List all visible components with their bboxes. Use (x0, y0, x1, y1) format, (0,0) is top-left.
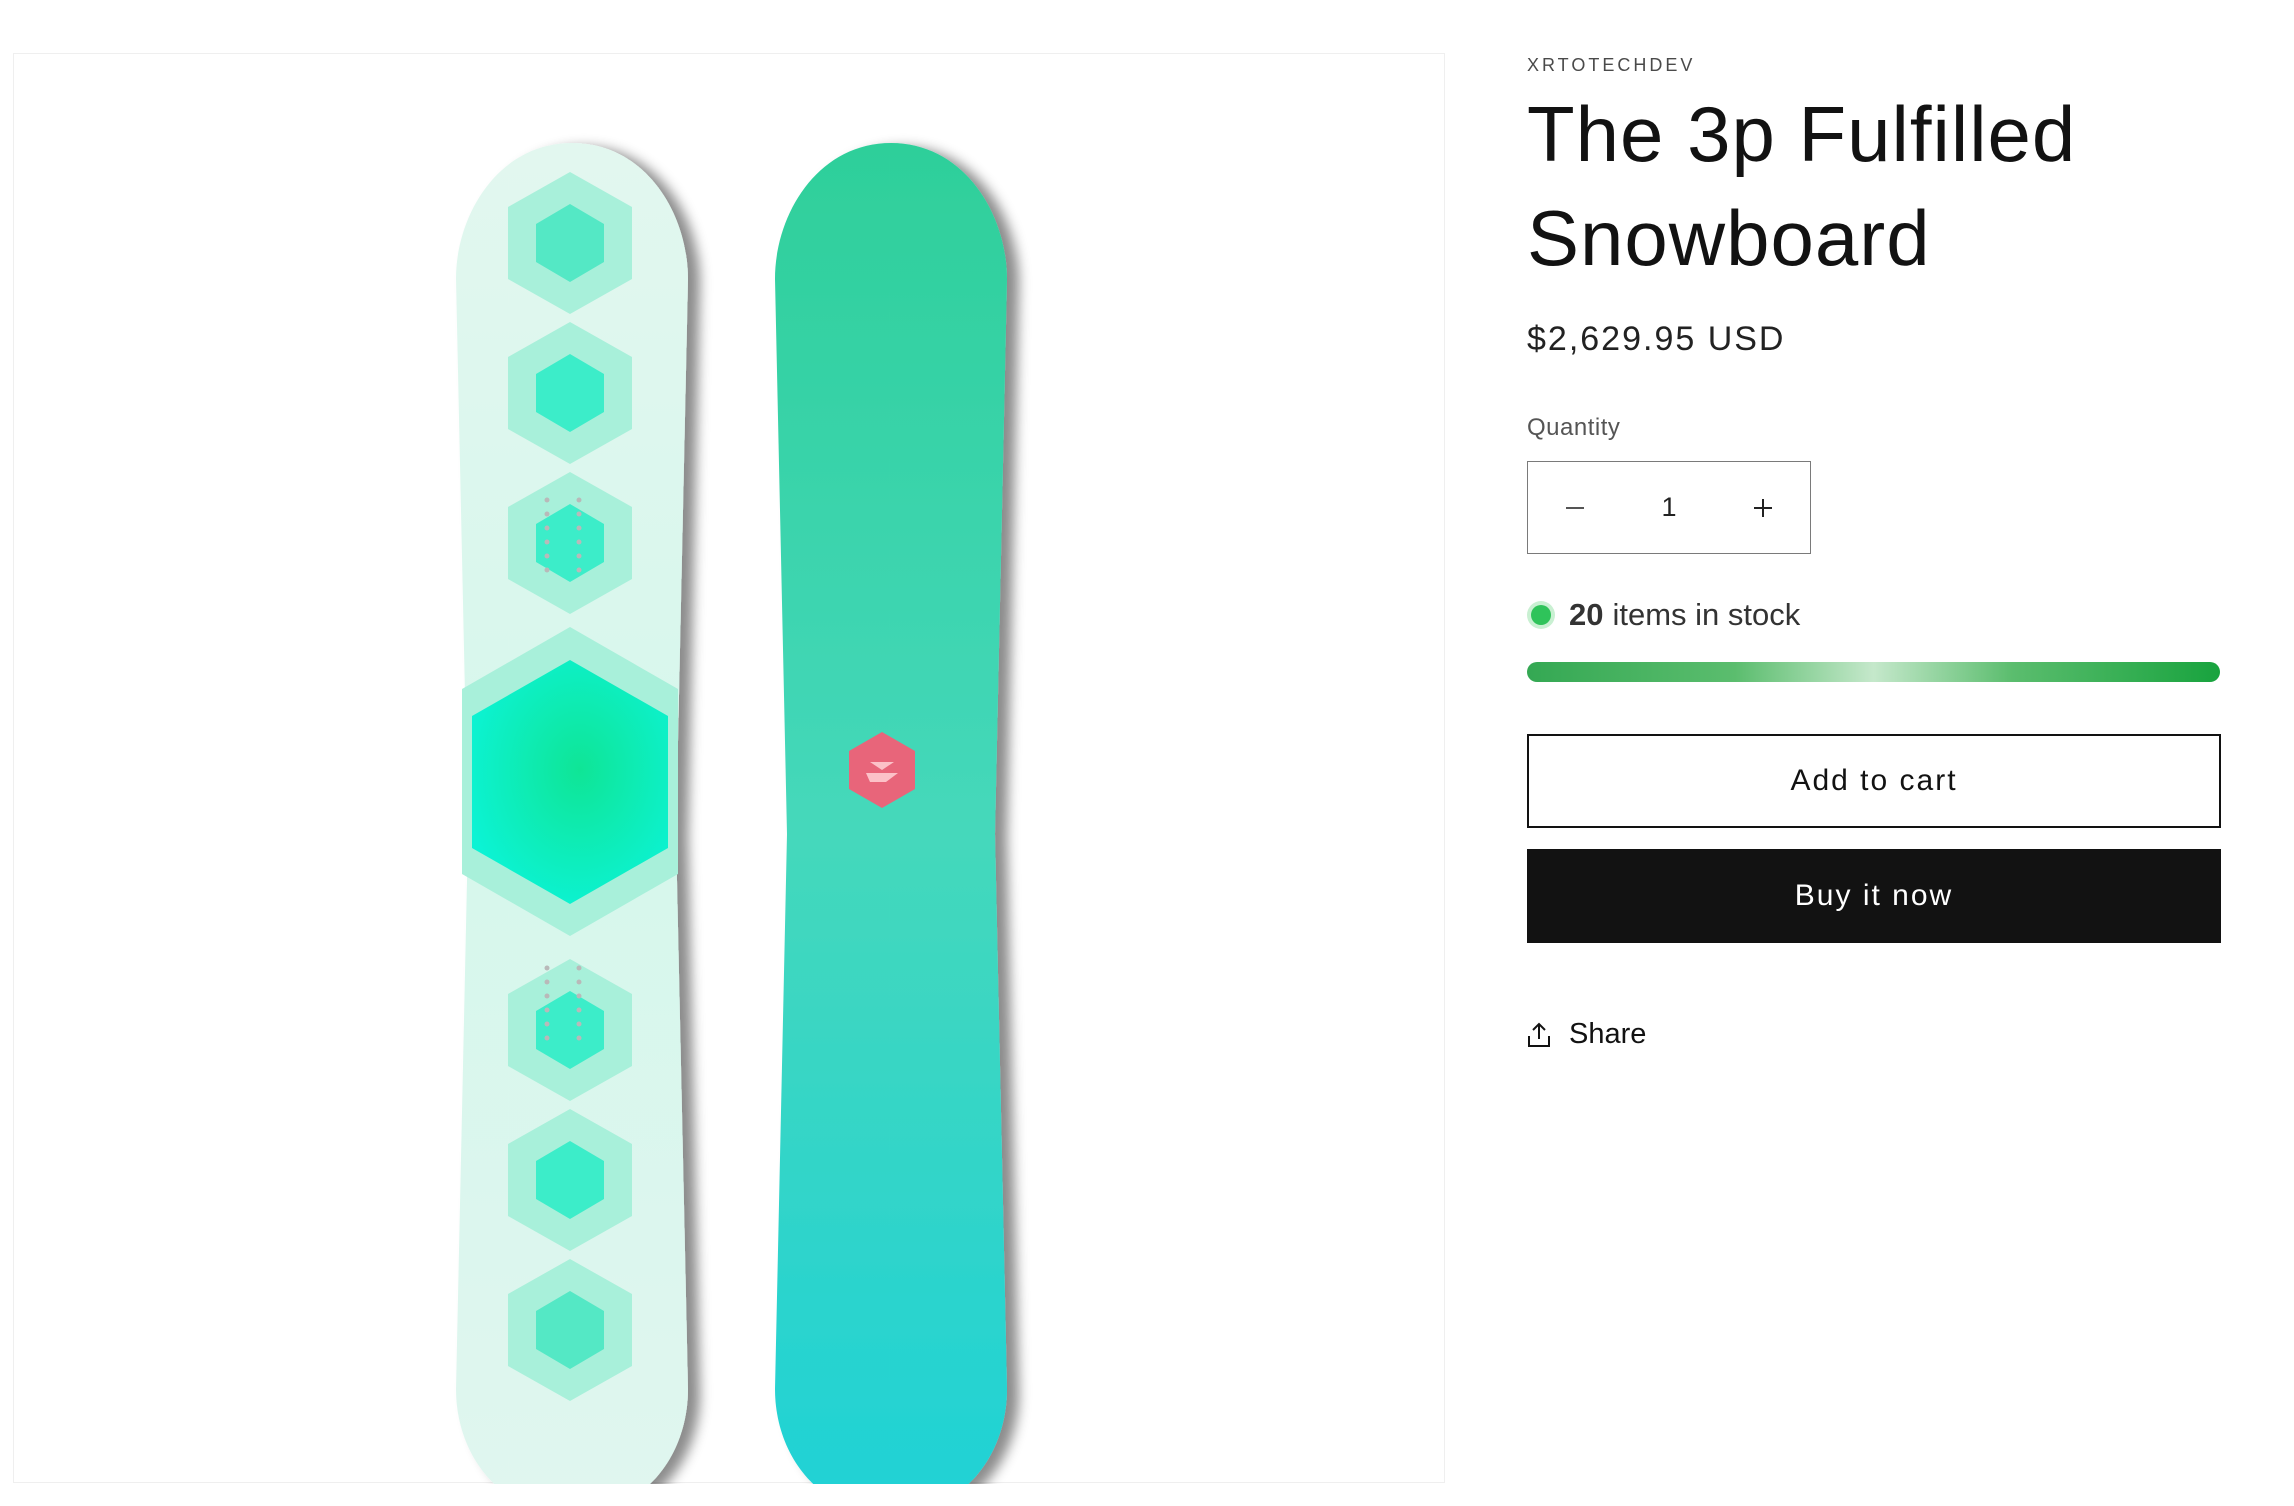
quantity-stepper (1527, 461, 1811, 554)
minus-icon (1566, 506, 1584, 509)
plus-icon (1754, 498, 1772, 517)
inventory-bar (1527, 662, 2220, 682)
inventory-count: 20 (1569, 597, 1604, 632)
product-media-gallery (13, 53, 1446, 1484)
product-title: The 3p Fulfilled Snowboard (1527, 90, 2077, 282)
share-button[interactable]: Share (1527, 1018, 1646, 1051)
increase-quantity-button[interactable] (1716, 462, 1810, 553)
product-price: $2,629.95 USD (1527, 320, 1786, 358)
share-icon (1528, 1022, 1550, 1047)
inventory-status: 20 items in stock (1527, 597, 1800, 633)
inventory-text: items in stock (1612, 597, 1801, 632)
add-to-cart-button[interactable]: Add to cart (1527, 734, 2221, 828)
decrease-quantity-button[interactable] (1528, 462, 1622, 553)
share-label: Share (1569, 1018, 1647, 1050)
buy-it-now-button[interactable]: Buy it now (1527, 849, 2221, 943)
snowboard-image[interactable] (14, 54, 1446, 1484)
product-vendor: XRTOTECHDEV (1527, 55, 1696, 75)
quantity-input[interactable] (1622, 462, 1716, 553)
quantity-label: Quantity (1527, 414, 1621, 441)
in-stock-indicator (1531, 605, 1551, 625)
board-base-right (775, 143, 1007, 1484)
